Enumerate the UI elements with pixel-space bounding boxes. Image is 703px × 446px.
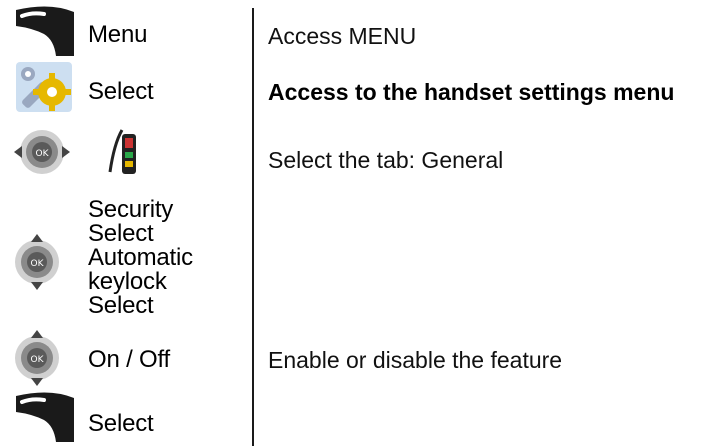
step-4-label-automatic: Automatic — [88, 244, 193, 271]
left-softkey-icon — [16, 392, 74, 442]
step-5-description: Enable or disable the feature — [268, 347, 563, 373]
navigation-left-right-icon: OK — [14, 130, 70, 174]
phone-general-tab-icon — [108, 129, 136, 174]
left-softkey-icon — [16, 6, 74, 57]
svg-text:OK: OK — [31, 259, 45, 269]
column-divider — [252, 8, 254, 446]
step-3-description: Select the tab: General — [268, 147, 504, 173]
step-2-label: Select — [88, 78, 154, 105]
step-1-label: Menu — [88, 21, 148, 48]
step-4-label-keylock: keylock — [88, 268, 167, 295]
step-2-description: Access to the handset settings menu — [268, 79, 675, 105]
step-4-labels: Security Select Automatic keylock Select — [88, 198, 193, 318]
step-4-label-select-1: Select — [88, 220, 154, 247]
svg-text:OK: OK — [31, 355, 45, 365]
navigation-up-down-icon: OK — [15, 234, 59, 290]
svg-text:OK: OK — [36, 149, 50, 159]
settings-wrench-gear-icon — [16, 62, 72, 112]
instruction-table: Menu Access MENU Select Access to the ha… — [0, 0, 703, 446]
step-1-description: Access MENU — [268, 23, 417, 49]
step-6-label: Select — [88, 410, 154, 437]
step-4-label-security: Security — [88, 196, 174, 223]
step-4-label-select-2: Select — [88, 292, 154, 319]
step-5-label: On / Off — [88, 346, 170, 373]
navigation-up-down-icon: OK — [15, 330, 59, 386]
